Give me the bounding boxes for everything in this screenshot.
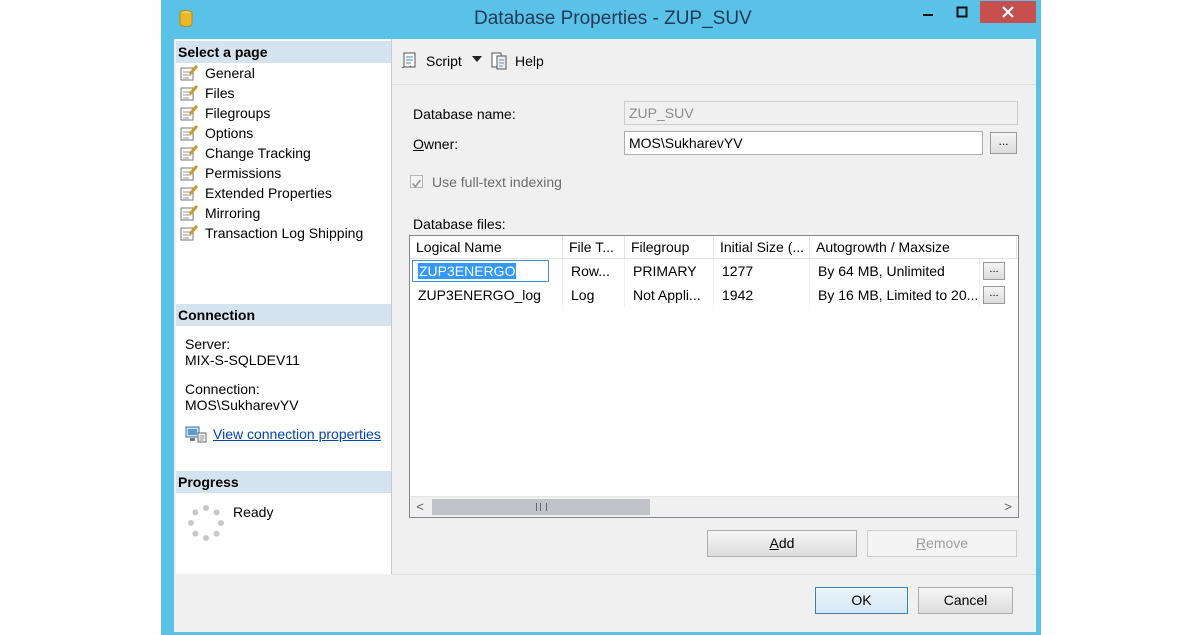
connection-label: Connection: bbox=[185, 381, 260, 397]
script-icon bbox=[401, 52, 416, 69]
server-label: Server: bbox=[185, 336, 231, 352]
cell-autogrowth[interactable]: By 16 MB, Limited to 20... bbox=[810, 283, 980, 307]
column-header-initial-size[interactable]: Initial Size (... bbox=[714, 236, 810, 258]
add-button[interactable]: Add bbox=[707, 530, 857, 557]
cell-logical-name[interactable]: ZUP3ENERGO_log bbox=[410, 283, 563, 307]
page-item-options[interactable]: Options bbox=[180, 123, 363, 143]
checkmark-icon bbox=[411, 179, 422, 188]
server-value: MIX-S-SQLDEV11 bbox=[185, 352, 300, 368]
page-wrench-icon bbox=[180, 125, 198, 141]
page-item-label: Permissions bbox=[205, 165, 282, 181]
autogrowth-edit-button[interactable]: ... bbox=[983, 262, 1005, 280]
scroll-right-icon[interactable]: > bbox=[998, 497, 1018, 517]
cell-file-type[interactable]: Log bbox=[563, 283, 625, 307]
page-item-label: Transaction Log Shipping bbox=[205, 225, 364, 241]
owner-label: Owner: bbox=[413, 136, 459, 152]
database-files-grid[interactable]: Logical Name File T... Filegroup Initial… bbox=[409, 235, 1019, 518]
selected-text: ZUP3ENERGO bbox=[418, 263, 517, 279]
cell-file-type[interactable]: Row... bbox=[563, 259, 625, 283]
page-wrench-icon bbox=[180, 205, 198, 221]
fulltext-indexing-checkbox[interactable] bbox=[410, 175, 423, 188]
script-dropdown-arrow-icon[interactable] bbox=[472, 56, 482, 62]
cell-logical-name[interactable]: ZUP3ENERGO bbox=[410, 259, 563, 283]
cell-initial-size[interactable]: 1942 bbox=[714, 283, 810, 307]
table-row[interactable]: ZUP3ENERGO Row... PRIMARY 1277 By 64 MB,… bbox=[410, 259, 1018, 283]
page-item-general[interactable]: General bbox=[180, 63, 363, 83]
cancel-button[interactable]: Cancel bbox=[918, 587, 1013, 614]
cell-filegroup[interactable]: Not Appli... bbox=[625, 283, 714, 307]
page-wrench-icon bbox=[180, 165, 198, 181]
page-item-label: Mirroring bbox=[205, 205, 261, 221]
page-item-label: Files bbox=[205, 85, 235, 101]
page-wrench-icon bbox=[180, 225, 198, 241]
minimize-icon bbox=[923, 14, 933, 16]
page-wrench-icon bbox=[180, 185, 198, 201]
script-label: Script bbox=[426, 53, 462, 69]
owner-field[interactable]: MOS\SukharevYV bbox=[624, 131, 983, 155]
database-files-label: Database files: bbox=[413, 216, 506, 232]
fulltext-indexing-label: Use full-text indexing bbox=[432, 174, 562, 190]
column-header-logical-name[interactable]: Logical Name bbox=[410, 236, 563, 258]
database-icon bbox=[179, 10, 193, 27]
page-wrench-icon bbox=[180, 65, 198, 81]
close-icon bbox=[1002, 6, 1014, 18]
page-item-mirroring[interactable]: Mirroring bbox=[180, 203, 363, 223]
page-wrench-icon bbox=[180, 145, 198, 161]
select-page-header: Select a page bbox=[176, 41, 391, 63]
autogrowth-edit-button[interactable]: ... bbox=[983, 286, 1005, 304]
page-item-label: Extended Properties bbox=[205, 185, 332, 201]
view-connection-properties-link[interactable]: View connection properties bbox=[185, 425, 381, 443]
ok-button[interactable]: OK bbox=[815, 587, 908, 614]
left-pane: Select a page General Files Filegroups O… bbox=[176, 39, 392, 574]
help-icon bbox=[491, 52, 507, 70]
minimize-button[interactable] bbox=[911, 1, 945, 23]
page-item-label: Filegroups bbox=[205, 105, 271, 121]
page-list: General Files Filegroups Options Change … bbox=[180, 63, 363, 243]
help-button[interactable]: Help bbox=[490, 51, 544, 71]
table-row[interactable]: ZUP3ENERGO_log Log Not Appli... 1942 By … bbox=[410, 283, 1018, 307]
view-connection-properties-label[interactable]: View connection properties bbox=[213, 426, 381, 442]
cell-filegroup[interactable]: PRIMARY bbox=[625, 259, 714, 283]
window-title: Database Properties - ZUP_SUV bbox=[474, 8, 752, 29]
maximize-icon bbox=[956, 6, 968, 18]
connection-value: MOS\SukharevYV bbox=[185, 397, 299, 413]
close-button[interactable] bbox=[980, 1, 1036, 23]
connection-header: Connection bbox=[176, 304, 391, 326]
page-item-label: Change Tracking bbox=[205, 145, 311, 161]
grid-header: Logical Name File T... Filegroup Initial… bbox=[410, 236, 1018, 259]
remove-button[interactable]: Remove bbox=[867, 530, 1017, 557]
cell-initial-size[interactable]: 1277 bbox=[714, 259, 810, 283]
column-header-autogrowth[interactable]: Autogrowth / Maxsize bbox=[810, 236, 1017, 258]
database-name-field: ZUP_SUV bbox=[624, 101, 1018, 125]
owner-browse-button[interactable]: ... bbox=[990, 132, 1017, 154]
database-name-label: Database name: bbox=[413, 106, 516, 122]
column-header-file-type[interactable]: File T... bbox=[563, 236, 625, 258]
page-item-change-tracking[interactable]: Change Tracking bbox=[180, 143, 363, 163]
page-item-transaction-log-shipping[interactable]: Transaction Log Shipping bbox=[180, 223, 363, 243]
page-item-permissions[interactable]: Permissions bbox=[180, 163, 363, 183]
divider bbox=[392, 574, 1036, 575]
help-label: Help bbox=[515, 53, 544, 69]
scrollbar-thumb[interactable] bbox=[432, 499, 650, 515]
progress-spinner-icon bbox=[187, 504, 225, 545]
progress-header: Progress bbox=[176, 471, 391, 493]
grip-icon bbox=[535, 503, 547, 511]
page-wrench-icon bbox=[180, 105, 198, 121]
page-item-filegroups[interactable]: Filegroups bbox=[180, 103, 363, 123]
horizontal-scrollbar[interactable]: < > bbox=[410, 496, 1018, 517]
page-item-label: Options bbox=[205, 125, 254, 141]
progress-status: Ready bbox=[233, 504, 274, 520]
page-item-files[interactable]: Files bbox=[180, 83, 363, 103]
connection-properties-icon bbox=[185, 426, 207, 443]
page-item-extended-properties[interactable]: Extended Properties bbox=[180, 183, 363, 203]
cell-autogrowth[interactable]: By 64 MB, Unlimited bbox=[810, 259, 980, 283]
page-item-label: General bbox=[205, 65, 255, 81]
column-header-filegroup[interactable]: Filegroup bbox=[625, 236, 714, 258]
scroll-left-icon[interactable]: < bbox=[410, 497, 430, 517]
script-button[interactable]: Script bbox=[401, 51, 462, 71]
page-wrench-icon bbox=[180, 85, 198, 101]
maximize-button[interactable] bbox=[945, 1, 979, 23]
toolbar: Script Help bbox=[392, 39, 1036, 85]
